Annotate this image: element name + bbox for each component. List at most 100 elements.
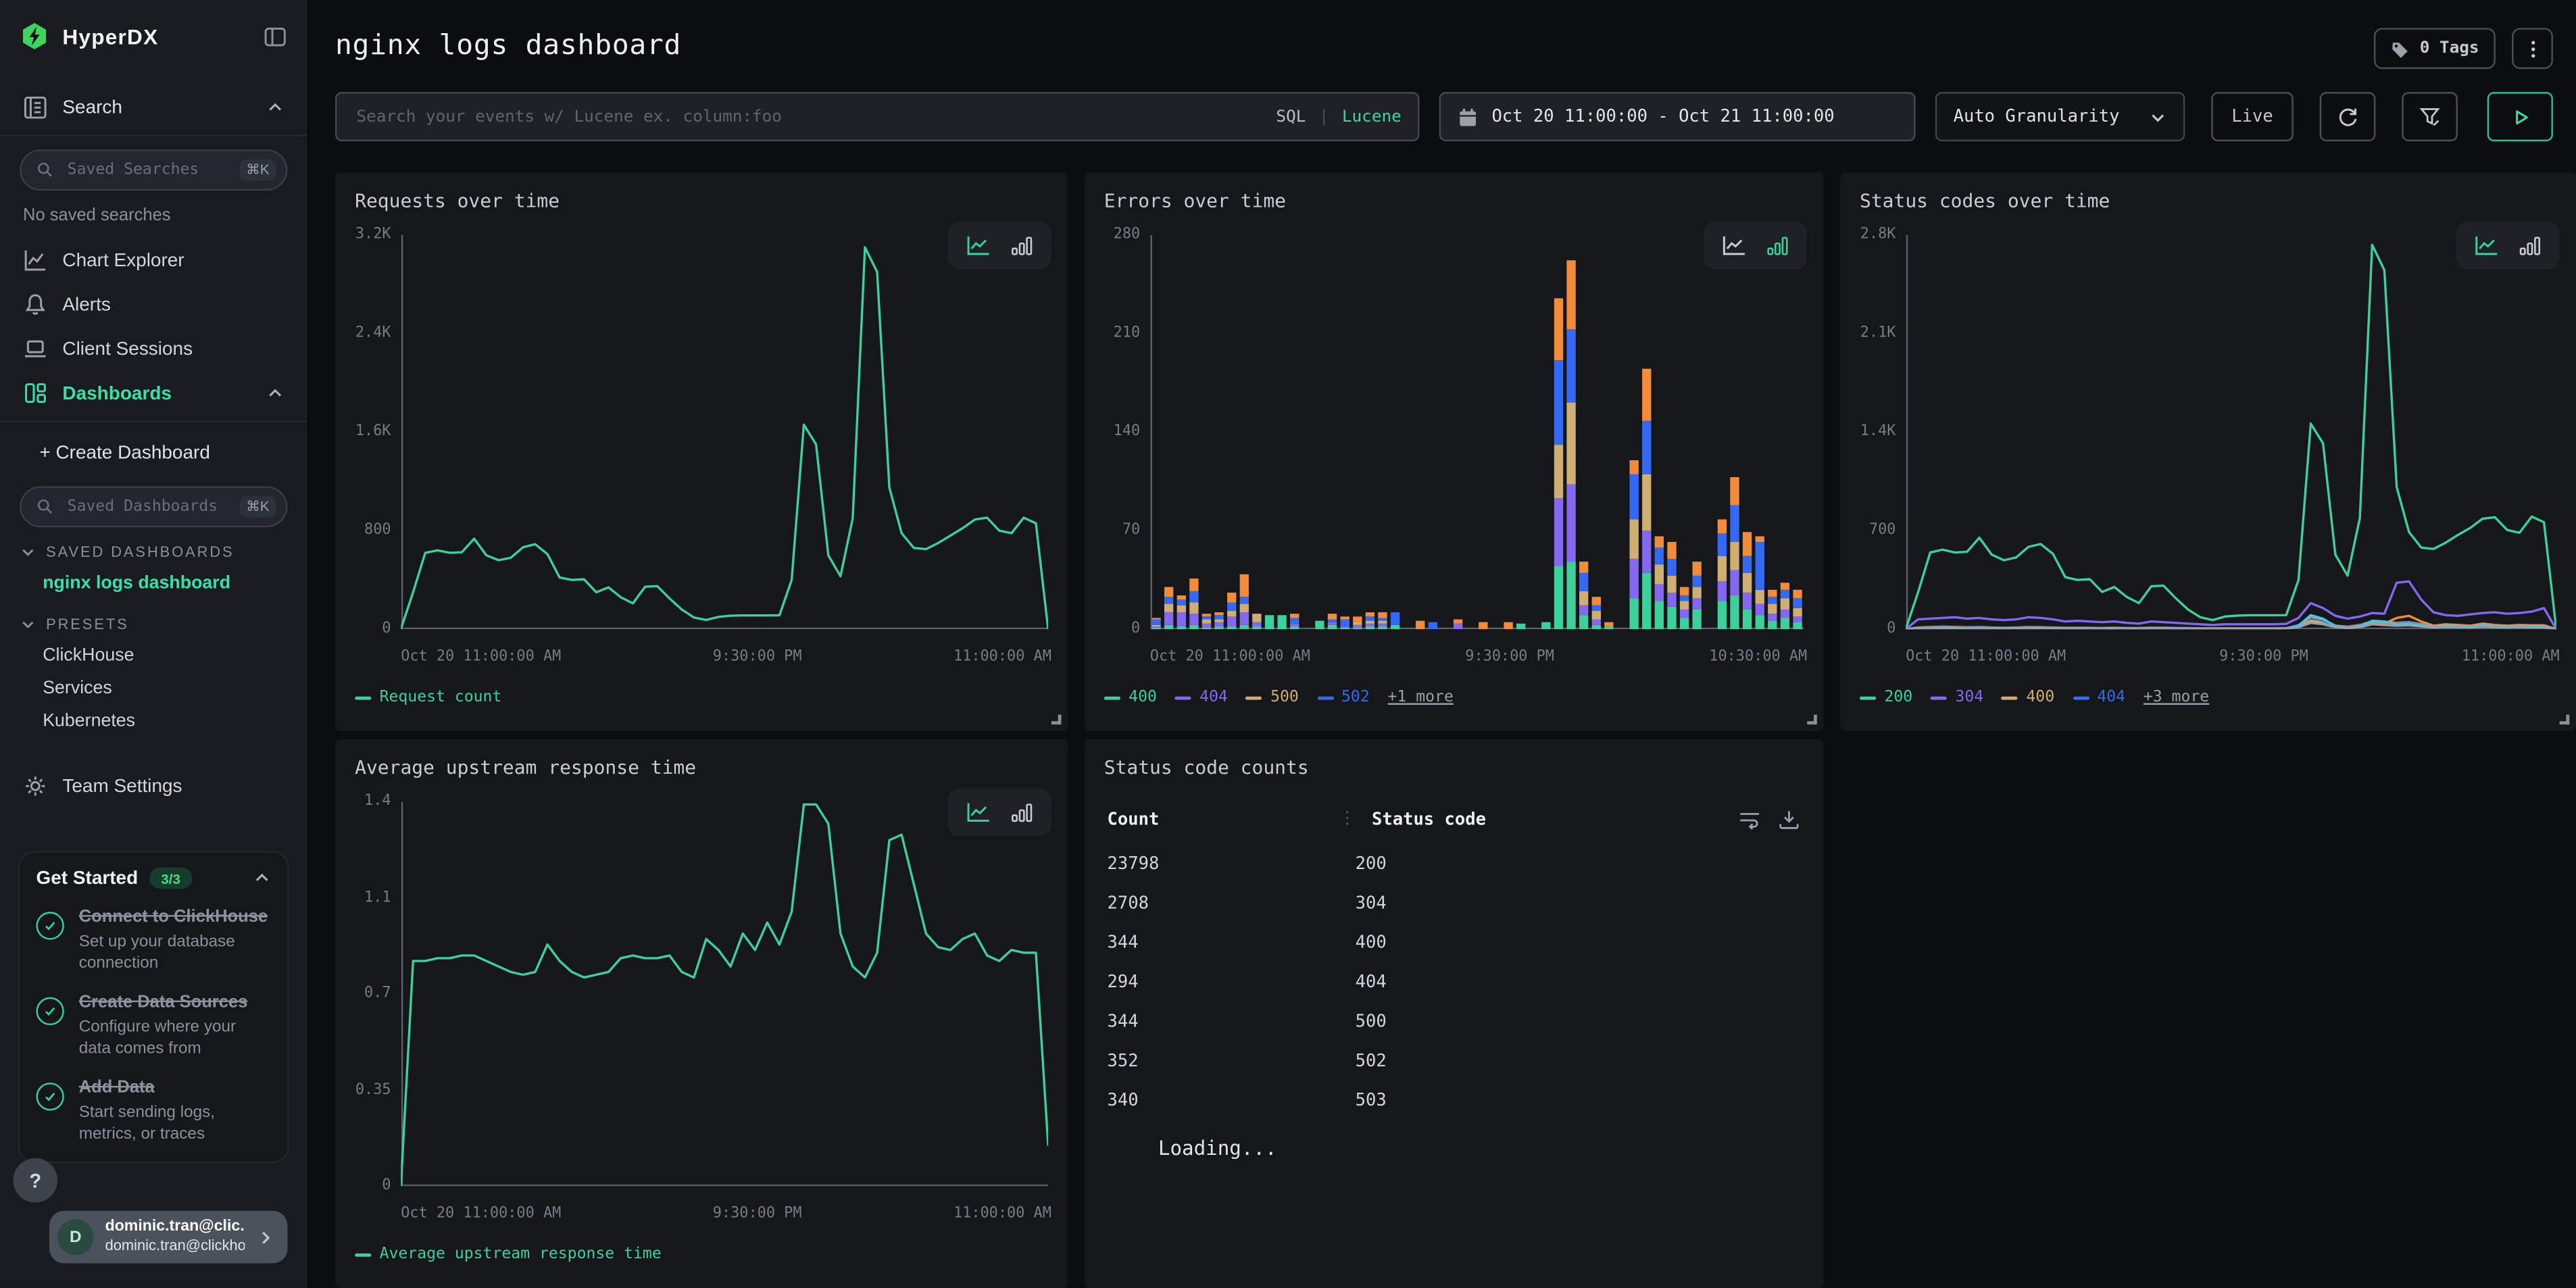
chart-plot[interactable] <box>1906 235 2556 629</box>
x-axis-labels: Oct 20 11:00:00 AM9:30:00 PM11:00:00 AM <box>401 649 1051 665</box>
get-started-step-sources[interactable]: Create Data Sources Configure where your… <box>36 993 271 1060</box>
legend-item[interactable]: 500 <box>1246 689 1299 707</box>
panel-avg-upstream-response: Average upstream response time 1.41.10.7… <box>335 739 1068 1288</box>
legend-more-link[interactable]: +3 more <box>2144 689 2209 707</box>
chevron-up-icon[interactable] <box>266 99 284 117</box>
table-row[interactable]: 352502 <box>1108 1041 1801 1081</box>
chart-plot[interactable] <box>1150 235 1804 629</box>
granularity-select[interactable]: Auto Granularity <box>1935 92 2185 141</box>
chevron-up-icon[interactable] <box>253 869 271 887</box>
avatar: D <box>57 1219 93 1255</box>
get-started-step-connect[interactable]: Connect to ClickHouse Set up your databa… <box>36 907 271 974</box>
x-tick-label: 10:30:00 AM <box>1709 649 1807 665</box>
tags-button[interactable]: 0 Tags <box>2374 28 2496 69</box>
column-header-count[interactable]: Count <box>1108 809 1339 828</box>
legend-item[interactable]: 200 <box>1860 689 1912 707</box>
saved-searches-input[interactable]: ⌘K <box>20 149 287 191</box>
sidebar-item-label: Search <box>62 98 251 118</box>
legend-item[interactable]: 400 <box>1104 689 1157 707</box>
chart-plot[interactable] <box>401 801 1048 1186</box>
sidebar-item-clickhouse[interactable]: ClickHouse <box>0 639 307 672</box>
sidebar-item-client-sessions[interactable]: Client Sessions <box>0 327 307 372</box>
sql-toggle[interactable]: SQL <box>1276 107 1306 126</box>
panel-resize-handle[interactable] <box>1051 715 1062 725</box>
table-cell: 400 <box>1339 923 1800 962</box>
collapse-sidebar-icon[interactable] <box>263 24 287 48</box>
saved-dashboards-header[interactable]: SAVED DASHBOARDS <box>0 527 307 566</box>
date-range-value: Oct 20 11:00:00 - Oct 21 11:00:00 <box>1491 107 1834 126</box>
kbd-shortcut: ⌘K <box>240 159 276 181</box>
event-search-input[interactable]: SQL | Lucene <box>335 92 1420 141</box>
filter-button[interactable] <box>2402 92 2458 141</box>
kebab-icon <box>2523 39 2542 58</box>
x-tick-label: 11:00:00 AM <box>953 649 1051 665</box>
legend-item[interactable]: 404 <box>1175 689 1228 707</box>
sidebar-item-alerts[interactable]: Alerts <box>0 282 307 327</box>
sidebar-item-nginx-dashboard[interactable]: nginx logs dashboard <box>0 567 307 600</box>
legend-item[interactable]: 304 <box>1931 689 1983 707</box>
filter-edit-icon <box>2419 105 2442 128</box>
x-tick-label: 9:30:00 PM <box>713 649 802 665</box>
create-dashboard-button[interactable]: + Create Dashboard <box>0 434 307 473</box>
sidebar-item-services[interactable]: Services <box>0 672 307 705</box>
dashboard-menu-button[interactable] <box>2512 28 2553 69</box>
column-resize-handle[interactable]: ⋮ <box>1339 811 1355 827</box>
lucene-toggle[interactable]: Lucene <box>1342 107 1402 126</box>
column-header-status-code[interactable]: Status code <box>1356 809 1738 828</box>
table-cell: 404 <box>1339 963 1800 1002</box>
table-cell: 502 <box>1339 1041 1800 1081</box>
sidebar-item-search[interactable]: Search <box>0 80 307 137</box>
run-query-button[interactable] <box>2487 92 2553 141</box>
presets-header[interactable]: PRESETS <box>0 599 307 639</box>
legend-item[interactable]: 404 <box>2073 689 2125 707</box>
chart-plot[interactable] <box>401 235 1048 629</box>
table-row[interactable]: 340503 <box>1108 1081 1801 1120</box>
table-row[interactable]: 23798200 <box>1108 845 1801 884</box>
panel-requests-over-time: Requests over time 3.2K2.4K1.6K8000 Oct … <box>335 172 1068 731</box>
saved-dashboards-input[interactable]: ⌘K <box>20 487 287 528</box>
table-row[interactable]: 294404 <box>1108 963 1801 1002</box>
live-button[interactable]: Live <box>2211 92 2294 141</box>
legend-item[interactable]: Request count <box>355 689 501 707</box>
date-range-picker[interactable]: Oct 20 11:00:00 - Oct 21 11:00:00 <box>1439 92 1916 141</box>
legend-item[interactable]: 502 <box>1317 689 1370 707</box>
chart-explorer-icon <box>23 248 47 272</box>
chevron-up-icon[interactable] <box>266 385 284 403</box>
legend-item[interactable]: 400 <box>2002 689 2054 707</box>
sidebar-item-kubernetes[interactable]: Kubernetes <box>0 705 307 738</box>
table-cell: 23798 <box>1108 845 1339 884</box>
panel-resize-handle[interactable] <box>1807 715 1817 725</box>
table-row[interactable]: 344500 <box>1108 1002 1801 1041</box>
saved-searches-field[interactable] <box>64 159 230 181</box>
brand-row: HyperDX <box>0 0 307 68</box>
sidebar-item-dashboards[interactable]: Dashboards <box>0 371 307 422</box>
legend-more-link[interactable]: +1 more <box>1388 689 1454 707</box>
y-tick-label: 1.4 <box>364 793 391 810</box>
sidebar-item-chart-explorer[interactable]: Chart Explorer <box>0 239 307 283</box>
table-row[interactable]: 344400 <box>1108 923 1801 962</box>
search-section-icon <box>23 95 47 120</box>
saved-dashboards-field[interactable] <box>64 496 230 518</box>
wrap-lines-icon[interactable] <box>1738 808 1761 830</box>
event-search-field[interactable] <box>353 106 1263 128</box>
download-icon[interactable] <box>1777 808 1800 830</box>
table-row[interactable]: 2708304 <box>1108 884 1801 923</box>
sidebar-item-team-settings[interactable]: Team Settings <box>0 764 307 808</box>
laptop-icon <box>23 337 47 361</box>
presets-header-label: PRESETS <box>46 616 129 633</box>
sidebar-item-label: Dashboards <box>62 384 251 403</box>
table-cell: 2708 <box>1108 884 1339 923</box>
panel-resize-handle[interactable] <box>2560 715 2570 725</box>
legend-item[interactable]: Average upstream response time <box>355 1245 662 1264</box>
refresh-button[interactable] <box>2320 92 2376 141</box>
user-name: dominic.tran@clic... <box>105 1220 245 1238</box>
saved-dashboards-header-label: SAVED DASHBOARDS <box>46 544 234 560</box>
help-button[interactable]: ? <box>13 1158 57 1203</box>
user-menu[interactable]: D dominic.tran@clic... dominic.tran@clic… <box>49 1211 288 1264</box>
get-started-title: Get Started <box>36 868 138 888</box>
y-tick-label: 700 <box>1869 522 1896 539</box>
gear-icon <box>23 774 47 798</box>
y-tick-label: 280 <box>1114 226 1141 243</box>
get-started-step-add-data[interactable]: Add Data Start sending logs, metrics, or… <box>36 1078 271 1145</box>
y-tick-label: 2.1K <box>1860 325 1896 341</box>
